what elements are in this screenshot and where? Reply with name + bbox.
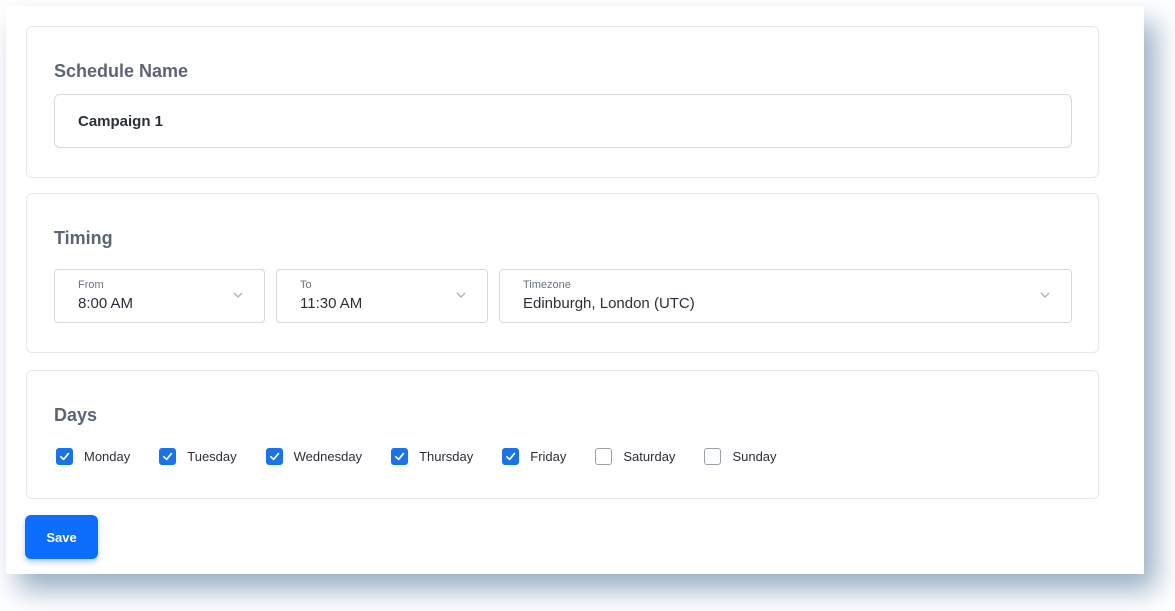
day-label: Tuesday bbox=[187, 449, 237, 464]
checkbox-unchecked[interactable] bbox=[595, 448, 613, 465]
checkmark-icon bbox=[163, 452, 173, 461]
checkmark-icon bbox=[506, 452, 516, 461]
timing-card: Timing From 8:00 AM To 11:30 AM Timezone… bbox=[26, 193, 1099, 353]
day-label: Friday bbox=[530, 449, 567, 464]
schedule-name-card: Schedule Name bbox=[26, 26, 1099, 178]
day-checkbox-wednesday[interactable]: Wednesday bbox=[265, 448, 363, 465]
checkbox-checked[interactable] bbox=[391, 448, 409, 465]
to-time-select[interactable]: To 11:30 AM bbox=[276, 269, 488, 323]
timing-heading: Timing bbox=[54, 228, 113, 248]
timezone-select[interactable]: Timezone Edinburgh, London (UTC) bbox=[499, 269, 1072, 323]
checkbox-checked[interactable] bbox=[265, 448, 283, 465]
day-checkbox-saturday[interactable]: Saturday bbox=[595, 448, 675, 465]
from-label: From bbox=[78, 279, 104, 291]
checkbox-unchecked[interactable] bbox=[704, 448, 722, 465]
schedule-form: Schedule Name Timing From 8:00 AM To 11:… bbox=[6, 6, 1144, 574]
day-checkbox-tuesday[interactable]: Tuesday bbox=[159, 448, 237, 465]
timezone-value: Edinburgh, London (UTC) bbox=[523, 295, 695, 312]
chevron-down-icon bbox=[1040, 292, 1050, 298]
chevron-down-icon bbox=[456, 292, 466, 298]
day-label: Sunday bbox=[732, 449, 777, 464]
to-label: To bbox=[300, 279, 312, 291]
chevron-down-icon bbox=[233, 292, 243, 298]
to-value: 11:30 AM bbox=[300, 295, 363, 312]
days-card: Days Monday Tuesday Wednesday Thursday Frida… bbox=[26, 370, 1099, 499]
days-heading: Days bbox=[54, 405, 98, 425]
day-checkbox-friday[interactable]: Friday bbox=[502, 448, 566, 465]
checkbox-checked[interactable] bbox=[159, 448, 177, 465]
schedule-name-input[interactable] bbox=[54, 94, 1072, 148]
from-value: 8:00 AM bbox=[78, 295, 134, 312]
checkbox-checked[interactable] bbox=[56, 448, 73, 465]
day-label: Saturday bbox=[623, 449, 676, 464]
day-label: Wednesday bbox=[293, 449, 363, 464]
day-checkbox-sunday[interactable]: Sunday bbox=[704, 448, 777, 465]
checkbox-checked[interactable] bbox=[502, 448, 520, 465]
save-button[interactable]: Save bbox=[25, 515, 98, 559]
checkmark-icon bbox=[395, 452, 405, 461]
checkmark-icon bbox=[269, 452, 279, 461]
checkmark-icon bbox=[60, 452, 70, 461]
from-time-select[interactable]: From 8:00 AM bbox=[54, 269, 265, 323]
day-checkbox-thursday[interactable]: Thursday bbox=[391, 448, 473, 465]
day-label: Thursday bbox=[419, 449, 474, 464]
timezone-label: Timezone bbox=[523, 279, 571, 291]
day-checkbox-monday[interactable]: Monday bbox=[56, 448, 130, 465]
days-checkbox-group: Monday Tuesday Wednesday Thursday Friday Satu… bbox=[56, 448, 806, 465]
day-label: Monday bbox=[84, 449, 131, 464]
schedule-name-heading: Schedule Name bbox=[54, 61, 189, 81]
